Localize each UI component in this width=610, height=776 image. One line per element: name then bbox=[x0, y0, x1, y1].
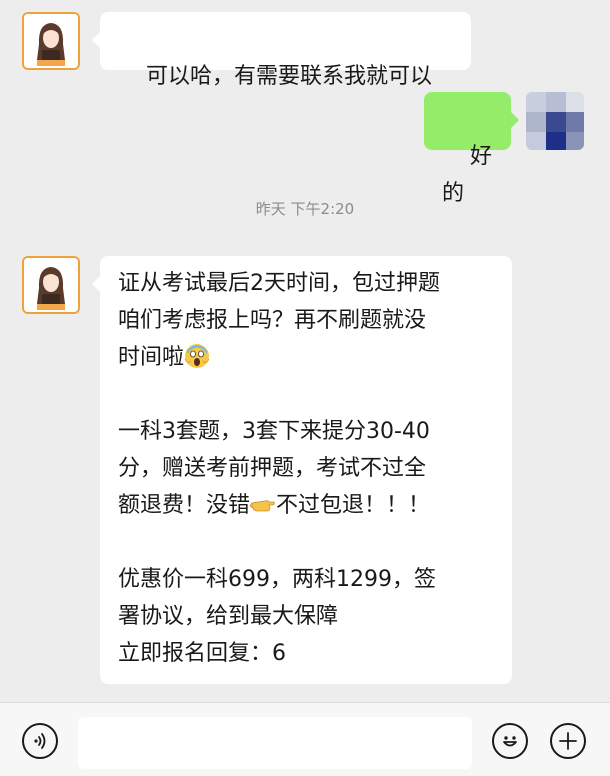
message-line: 时间啦 bbox=[118, 339, 494, 376]
girl-illustration-icon bbox=[24, 258, 78, 312]
pointing-hand-emoji-icon bbox=[250, 500, 275, 512]
contact-avatar[interactable] bbox=[22, 256, 80, 314]
plus-icon bbox=[559, 732, 577, 750]
timestamp: 昨天 下午2:20 bbox=[255, 200, 355, 218]
message-line: 分，赠送考前押题，考试不过全 bbox=[118, 456, 427, 481]
contact-avatar[interactable] bbox=[22, 12, 80, 70]
girl-illustration-icon bbox=[24, 14, 78, 68]
message-text: 额退费！没错 bbox=[118, 493, 251, 518]
message-line: 咱们考虑报上吗？再不刷题就没 bbox=[118, 308, 427, 333]
message-line: 优惠价一科699，两科1299，签 bbox=[118, 567, 436, 592]
message-line: 署协议，给到最大保障 bbox=[118, 604, 339, 629]
message-text: 可以哈，有需要联系我就可以 bbox=[145, 64, 432, 89]
message-bubble[interactable]: 可以哈，有需要联系我就可以 bbox=[92, 12, 471, 89]
chat-area[interactable]: 可以哈，有需要联系我就可以 好的 昨天 下午2:20 证从考试最后2天时间，包过… bbox=[0, 0, 610, 702]
message-text: 不过包退！！！ bbox=[276, 493, 431, 518]
self-avatar[interactable] bbox=[526, 92, 584, 150]
self-message-bubble[interactable]: 好的 bbox=[424, 92, 519, 206]
smiley-icon bbox=[503, 736, 517, 747]
input-toolbar bbox=[0, 702, 610, 776]
message-text: 好的 bbox=[442, 144, 492, 206]
scream-emoji-icon bbox=[184, 344, 210, 368]
voice-button[interactable] bbox=[22, 723, 58, 759]
voice-icon bbox=[34, 733, 46, 749]
message-input[interactable] bbox=[78, 717, 472, 769]
message-text: 时间啦 bbox=[118, 345, 185, 370]
message-line: 一科3套题，3套下来提分30-40 bbox=[118, 419, 430, 444]
long-message-bubble[interactable]: 证从考试最后2天时间，包过押题 咱们考虑报上吗？再不刷题就没 时间啦 一科3套题… bbox=[92, 256, 512, 684]
message-line: 立即报名回复：6 bbox=[118, 641, 286, 666]
add-button[interactable] bbox=[550, 723, 586, 759]
emoji-button[interactable] bbox=[492, 723, 528, 759]
message-line: 额退费！没错 不过包退！！！ bbox=[118, 487, 494, 524]
message-line: 证从考试最后2天时间，包过押题 bbox=[118, 271, 440, 296]
